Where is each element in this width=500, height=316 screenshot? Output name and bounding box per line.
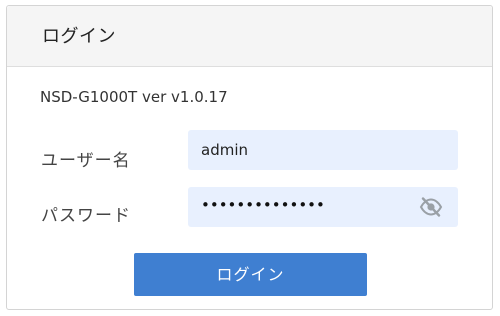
login-button-label: ログイン [216, 267, 285, 284]
password-label: パスワード [41, 206, 131, 226]
login-panel: ログイン NSD-G1000T ver v1.0.17 ユーザー名 admin … [6, 5, 493, 310]
login-button[interactable]: ログイン [134, 253, 367, 296]
version-text: NSD-G1000T ver v1.0.17 [40, 88, 228, 106]
password-mask: •••••••••••••• [201, 196, 325, 214]
username-label: ユーザー名 [41, 151, 131, 171]
username-value: admin [201, 141, 248, 159]
eye-slash-icon[interactable] [419, 197, 443, 217]
password-field[interactable]: •••••••••••••• [188, 187, 458, 227]
panel-header: ログイン [7, 6, 492, 67]
page-title: ログイン [42, 26, 116, 47]
username-field[interactable]: admin [188, 130, 458, 170]
